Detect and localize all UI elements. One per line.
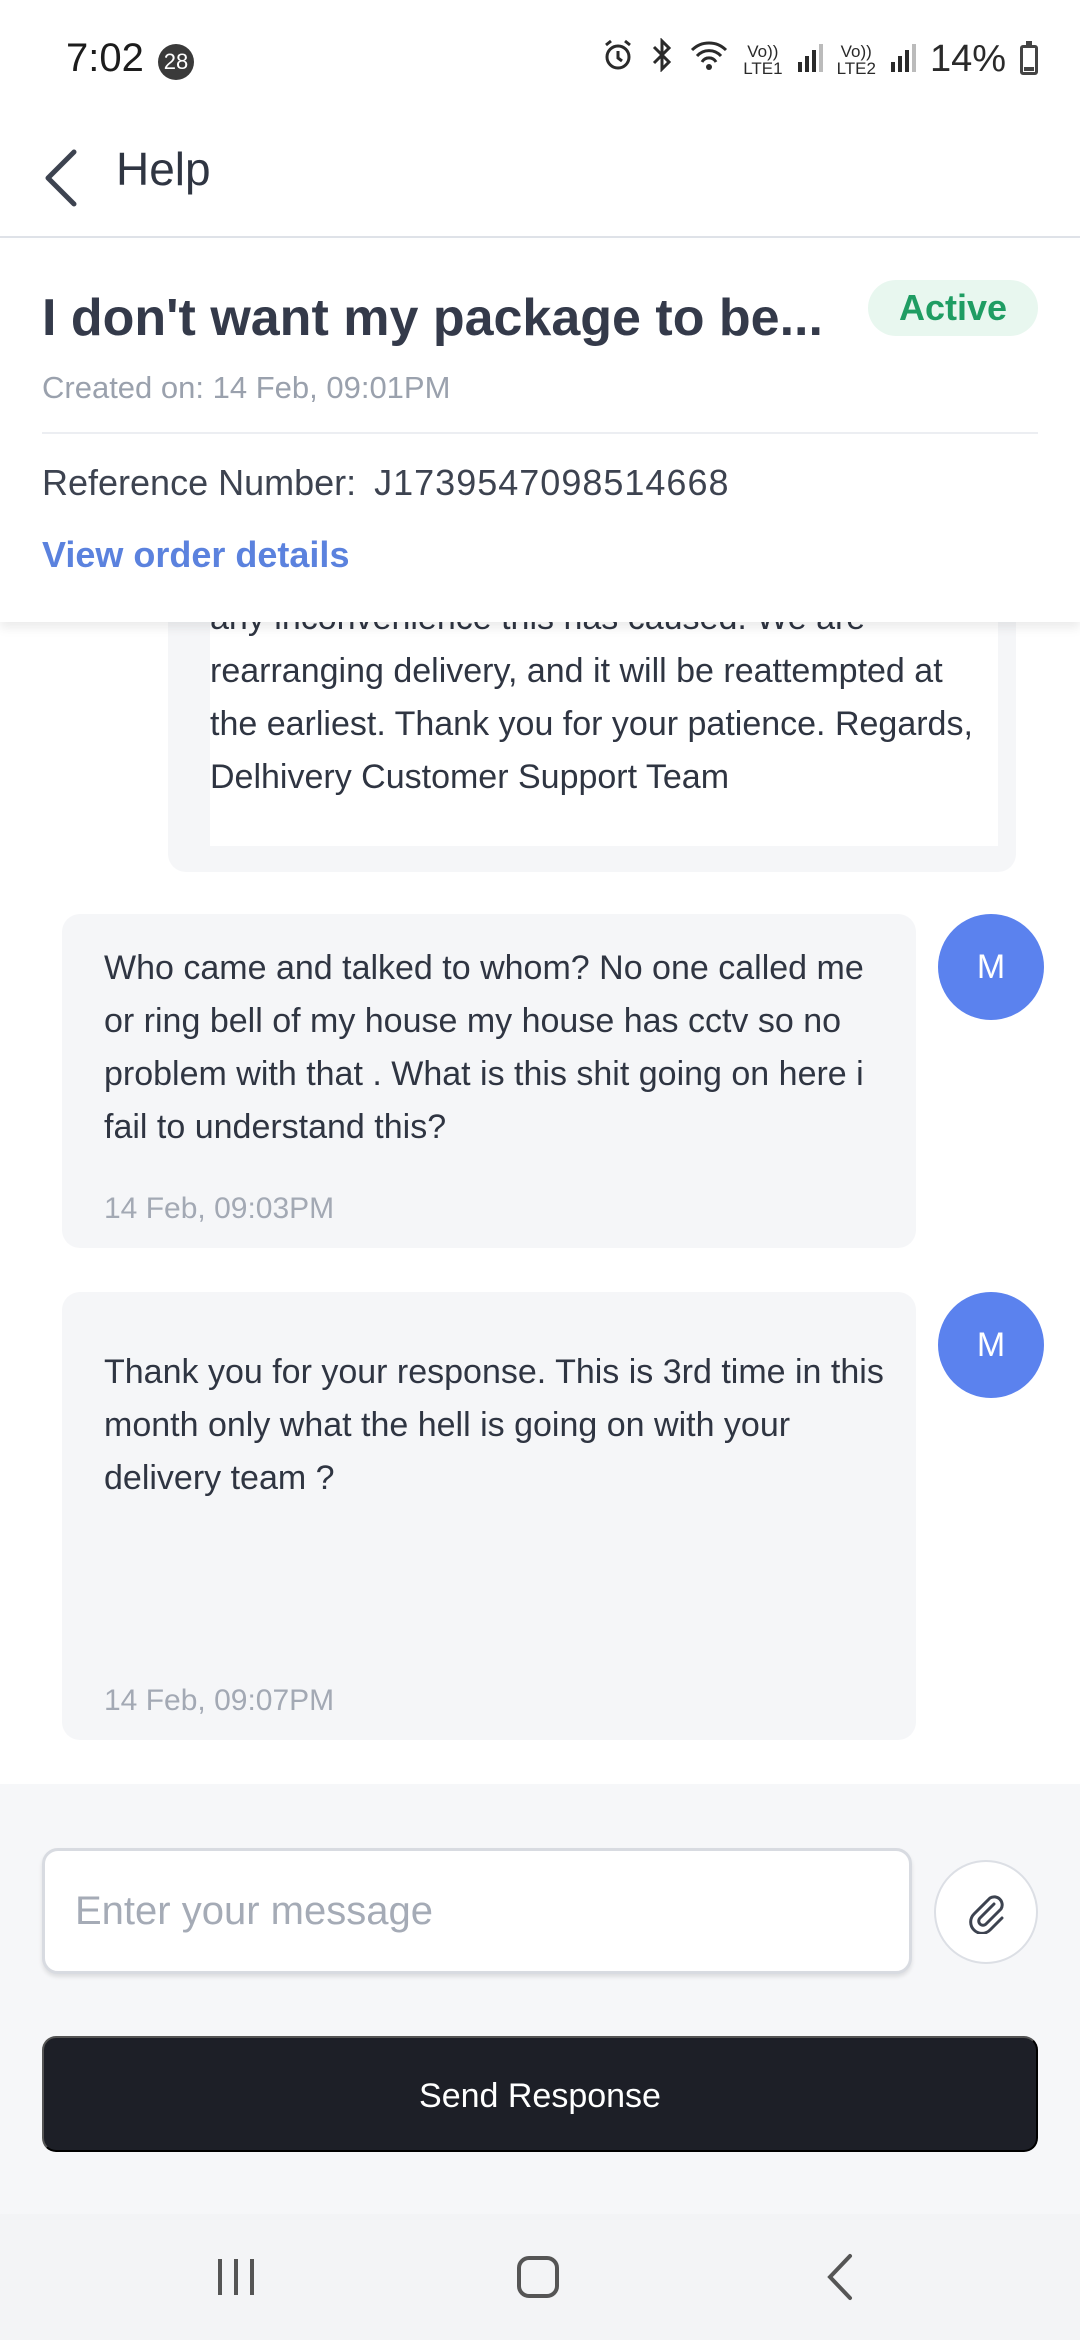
notification-count-badge: 28	[158, 44, 194, 80]
divider	[42, 432, 1038, 434]
recent-apps-icon	[218, 2259, 254, 2295]
nav-back-button[interactable]	[802, 2244, 882, 2310]
user-message-text: Who came and talked to whom? No one call…	[104, 949, 864, 1146]
page-title: Help	[116, 143, 211, 195]
back-arrow-icon	[827, 2254, 852, 2300]
message-timestamp: 14 Feb, 09:03PM	[104, 1192, 335, 1225]
lte1-label: Vo)) LTE1	[743, 41, 783, 78]
system-nav-bar	[0, 2214, 1080, 2340]
agent-message-text: any inconvenience this has caused. We ar…	[210, 600, 973, 796]
battery-icon	[1020, 40, 1038, 75]
ticket-card: I don't want my package to be... Active …	[0, 240, 1080, 622]
avatar: M	[938, 914, 1044, 1020]
user-message-text: Thank you for your response. This is 3rd…	[104, 1353, 884, 1497]
status-icons: Vo)) LTE1 Vo)) LTE2 14%	[601, 37, 1038, 81]
reference-label: Reference Number:	[42, 462, 357, 503]
alarm-icon	[601, 38, 635, 81]
created-on: Created on: 14 Feb, 09:01PM	[42, 370, 451, 405]
attach-button[interactable]	[934, 1860, 1038, 1964]
status-bar: 7:02 28 Vo)) LTE1 Vo)) LTE2 14%	[0, 0, 1080, 120]
message-input[interactable]	[42, 1848, 912, 1974]
app-header: Help	[0, 120, 1080, 238]
lte2-label: Vo)) LTE2	[836, 41, 876, 78]
home-icon	[517, 2256, 559, 2298]
reference-number: Reference Number: J1739547098514668	[42, 462, 729, 504]
send-response-button[interactable]: Send Response	[42, 2036, 1038, 2152]
back-button[interactable]	[36, 140, 96, 212]
agent-message: any inconvenience this has caused. We ar…	[168, 600, 1016, 872]
status-badge: Active	[868, 280, 1038, 336]
user-message: Thank you for your response. This is 3rd…	[62, 1292, 916, 1740]
bluetooth-icon	[649, 37, 675, 81]
avatar: M	[938, 1292, 1044, 1398]
status-time: 7:02	[66, 36, 144, 80]
wifi-icon	[689, 38, 729, 81]
message-timestamp: 14 Feb, 09:07PM	[104, 1684, 335, 1717]
reference-value: J1739547098514668	[374, 462, 730, 503]
signal-icon-1	[797, 39, 823, 81]
signal-icon-2	[890, 39, 916, 81]
recent-apps-button[interactable]	[196, 2244, 276, 2310]
composer: Send Response	[0, 1784, 1080, 2214]
home-button[interactable]	[498, 2244, 578, 2310]
chevron-left-icon	[45, 149, 77, 207]
user-message: Who came and talked to whom? No one call…	[62, 914, 916, 1248]
battery-percent: 14%	[929, 38, 1006, 80]
ticket-title: I don't want my package to be...	[42, 289, 823, 347]
chat-thread[interactable]: any inconvenience this has caused. We ar…	[0, 600, 1080, 1784]
view-order-details-link[interactable]: View order details	[42, 534, 349, 576]
paperclip-icon	[969, 1895, 1004, 1934]
